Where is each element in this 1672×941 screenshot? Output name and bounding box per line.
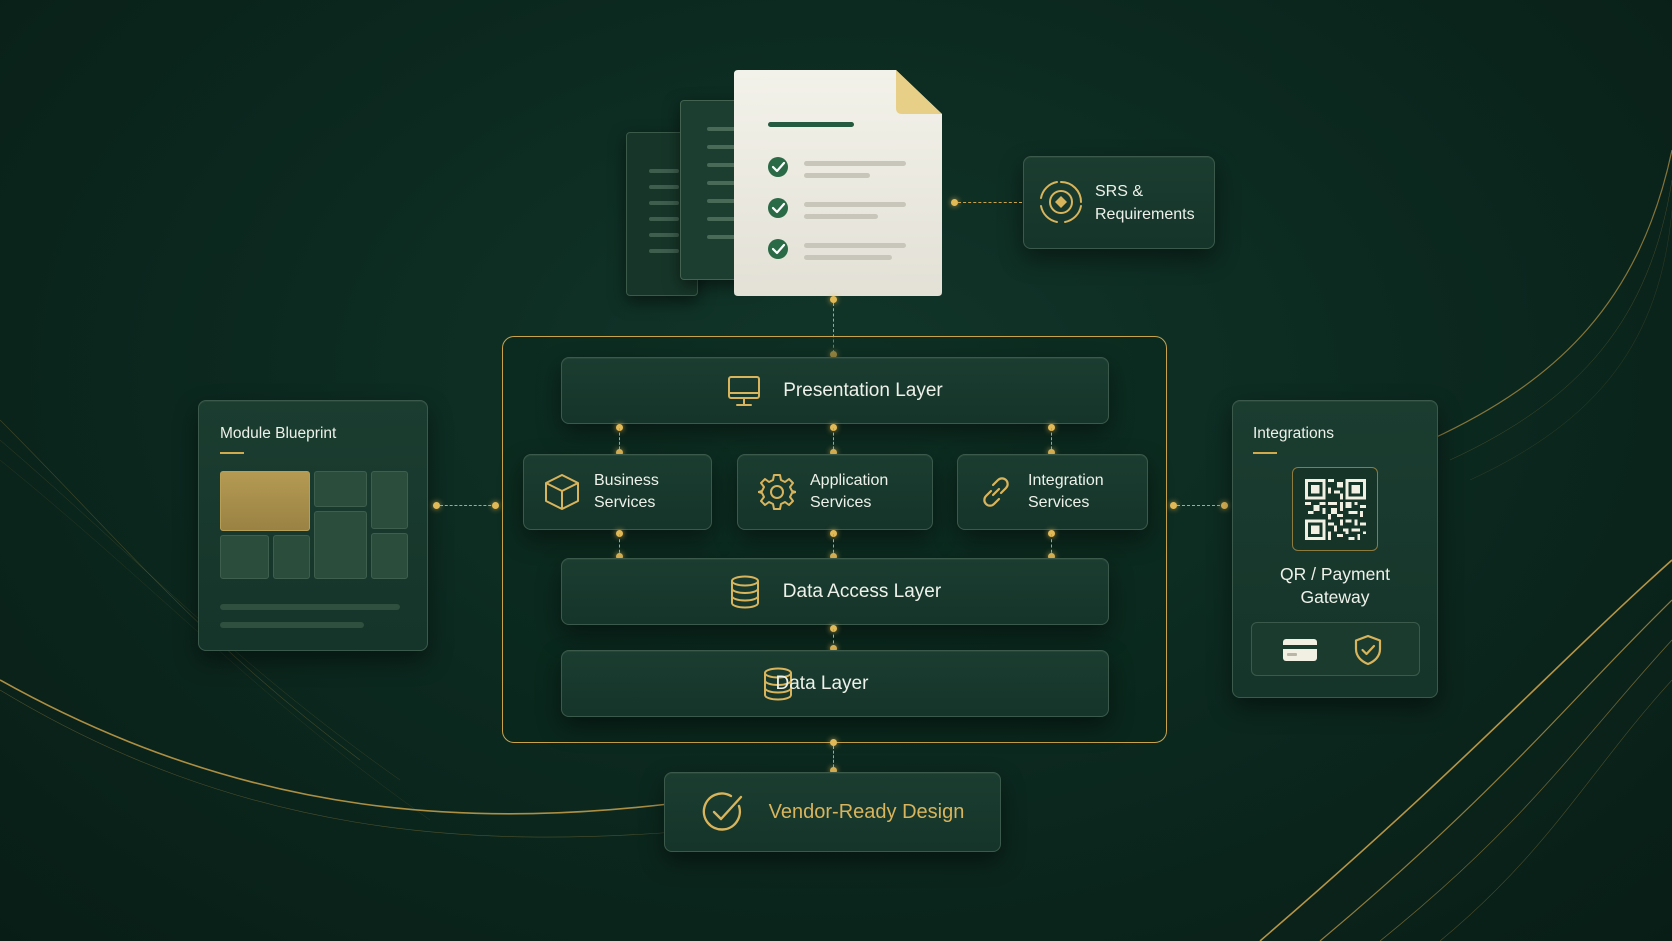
database-icon — [730, 575, 759, 608]
integrations-panel[interactable]: Integrations QR / Payment Gateway — [1232, 400, 1438, 698]
integrations-title: Integrations — [1253, 425, 1334, 442]
application-services[interactable]: Application Services — [737, 454, 933, 530]
payment-icons-box — [1251, 622, 1420, 676]
data-access-layer-label: Data Access Layer — [782, 580, 942, 602]
blueprint-tile — [371, 533, 408, 579]
blueprint-tile-featured — [220, 471, 310, 531]
presentation-layer[interactable]: Presentation Layer — [561, 357, 1109, 424]
application-services-label: Application Services — [810, 472, 889, 511]
data-access-layer[interactable]: Data Access Layer — [561, 558, 1109, 625]
blueprint-tile — [371, 471, 408, 529]
document-front-page — [734, 70, 942, 296]
connector-dot — [830, 296, 837, 303]
blueprint-tile — [314, 471, 367, 507]
connector-dot — [1221, 502, 1228, 509]
integration-services-label: Integration Services — [1028, 472, 1104, 511]
blueprint-tile — [220, 535, 269, 579]
srs-label: SRS & Requirements — [1095, 183, 1195, 223]
connector-dot — [1170, 502, 1177, 509]
blueprint-placeholder-line — [220, 604, 400, 610]
check-circle-icon — [702, 792, 742, 831]
module-blueprint-panel[interactable]: Module Blueprint — [198, 400, 428, 651]
qr-code-frame[interactable] — [1292, 467, 1378, 551]
shield-check-icon[interactable] — [1353, 634, 1383, 666]
presentation-layer-label: Presentation Layer — [783, 379, 943, 401]
title-underline — [220, 452, 244, 454]
title-underline — [1253, 452, 1277, 454]
credit-card-icon[interactable] — [1282, 638, 1318, 662]
module-blueprint-title: Module Blueprint — [220, 425, 337, 442]
monitor-icon — [728, 375, 761, 406]
document-stack — [626, 68, 944, 300]
integration-services[interactable]: Integration Services — [957, 454, 1148, 530]
connector-dot — [492, 502, 499, 509]
data-layer-label: Data Layer — [775, 672, 869, 694]
connector-line — [440, 505, 496, 506]
blueprint-placeholder-line — [220, 622, 364, 628]
data-layer[interactable]: Data Layer — [561, 650, 1109, 717]
blueprint-tile — [314, 511, 367, 579]
srs-requirements-card[interactable]: SRS & Requirements — [1023, 156, 1215, 249]
vendor-ready-label: Vendor-Ready Design — [768, 800, 965, 823]
connector-dot — [433, 502, 440, 509]
connector-line — [1177, 505, 1225, 506]
qr-code-icon — [1305, 479, 1366, 540]
business-services[interactable]: Business Services — [523, 454, 712, 530]
link-icon — [983, 477, 1009, 507]
target-icon — [1040, 181, 1082, 223]
connector-dot — [830, 739, 837, 746]
vendor-ready-design[interactable]: Vendor-Ready Design — [664, 772, 1001, 852]
business-services-label: Business Services — [594, 472, 659, 511]
gear-icon — [758, 474, 796, 510]
connector-line — [958, 202, 1022, 203]
qr-payment-label: QR / Payment Gateway — [1280, 564, 1390, 607]
connector-dot — [951, 199, 958, 206]
blueprint-tile — [273, 535, 310, 579]
cube-icon — [545, 474, 579, 510]
